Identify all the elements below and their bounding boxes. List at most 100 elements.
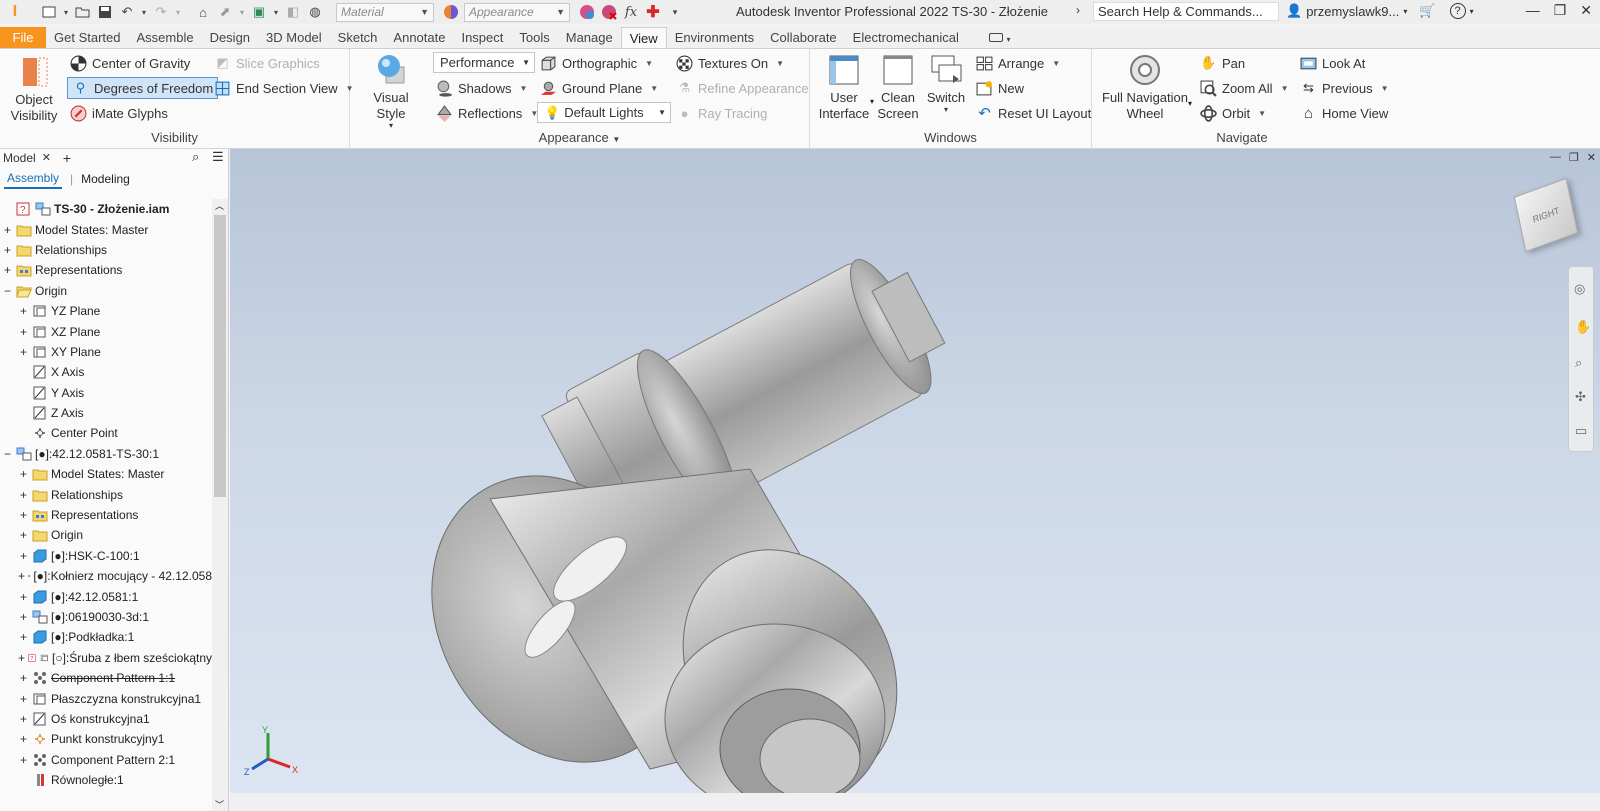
tree-row[interactable]: + Punkt konstrukcyjny1 bbox=[0, 729, 212, 749]
collapse-icon[interactable]: − bbox=[2, 284, 13, 298]
expand-icon[interactable]: + bbox=[18, 488, 29, 502]
degrees-of-freedom-button[interactable]: ⚲ Degrees of Freedom bbox=[67, 77, 219, 99]
expand-icon[interactable]: + bbox=[18, 325, 29, 339]
tree-row[interactable]: + Płaszczyzna konstrukcyjna1 bbox=[0, 688, 212, 708]
tree-row[interactable]: + Model States: Master bbox=[0, 464, 212, 484]
user-menu[interactable]: 👤 przemyslawk9... ▾ 🛒 ? ▾ bbox=[1286, 3, 1474, 19]
expand-icon[interactable]: + bbox=[18, 712, 29, 726]
expand-icon[interactable]: + bbox=[18, 610, 29, 624]
minimize-icon[interactable]: — bbox=[1550, 151, 1561, 164]
textures-on-button[interactable]: Textures On ▼ bbox=[676, 52, 784, 74]
graphics-viewport[interactable]: RIGHT — ❐ ✕ ◎ ✋ ⌕ ✣ ▭ Y X Z bbox=[230, 149, 1600, 793]
expand-icon[interactable]: + bbox=[18, 630, 29, 644]
clear-appearance-icon[interactable] bbox=[600, 3, 618, 21]
open-folder-icon[interactable] bbox=[74, 3, 92, 21]
cart-icon[interactable]: 🛒 bbox=[1419, 3, 1435, 19]
expand-icon[interactable]: + bbox=[2, 263, 13, 277]
tree-row[interactable]: + Relationships bbox=[0, 240, 212, 260]
end-section-view-button[interactable]: End Section View ▼ bbox=[214, 77, 354, 99]
visual-style-button[interactable]: Visual Style ▾ bbox=[360, 53, 422, 130]
default-lights-combo[interactable]: 💡 Default Lights ▼ bbox=[537, 102, 671, 123]
reset-ui-layout-button[interactable]: ↶ Reset UI Layout bbox=[976, 102, 1091, 124]
expand-icon[interactable]: + bbox=[18, 528, 29, 542]
center-of-gravity-button[interactable]: Center of Gravity bbox=[70, 52, 190, 74]
appearance-combo[interactable]: Appearance ▼ bbox=[464, 2, 570, 22]
orthographic-button[interactable]: Orthographic ▼ bbox=[540, 52, 653, 74]
pan-button[interactable]: ✋ Pan bbox=[1200, 52, 1245, 74]
close-icon[interactable]: ✕ bbox=[1587, 151, 1596, 164]
scroll-up-icon[interactable]: ︿ bbox=[215, 199, 224, 212]
tab-annotate[interactable]: Annotate bbox=[385, 27, 453, 48]
close-icon[interactable]: ✕ bbox=[42, 151, 51, 164]
tree-row[interactable]: − Origin bbox=[0, 281, 212, 301]
full-navigation-wheel-button[interactable]: Full Navigation Wheel bbox=[1102, 53, 1188, 122]
expand-icon[interactable]: + bbox=[18, 569, 25, 583]
appearance-sphere-icon[interactable] bbox=[442, 3, 460, 21]
tree-row[interactable]: + XZ Plane bbox=[0, 321, 212, 341]
look-at-button[interactable]: Look At bbox=[1300, 52, 1365, 74]
appearance-panel-title[interactable]: Appearance ▼ bbox=[350, 130, 809, 145]
pan-hand-icon[interactable]: ✋ bbox=[1575, 319, 1591, 335]
restore-icon[interactable]: ❐ bbox=[1554, 2, 1567, 19]
inventor-logo-icon[interactable]: I bbox=[6, 3, 24, 21]
tree-row[interactable]: + XY Plane bbox=[0, 342, 212, 362]
tree-row[interactable]: + Component Pattern 2:1 bbox=[0, 750, 212, 770]
tab-assemble[interactable]: Assemble bbox=[128, 27, 201, 48]
dropdown-arrow-icon[interactable]: ▾ bbox=[272, 3, 280, 21]
steering-wheel-icon[interactable]: ◎ bbox=[1574, 281, 1585, 297]
tree-row[interactable]: + Oś konstrukcyjna1 bbox=[0, 709, 212, 729]
dropdown-arrow-icon[interactable]: ▾ bbox=[238, 3, 246, 21]
home-icon[interactable]: ⌂ bbox=[194, 3, 212, 21]
tab-view[interactable]: View bbox=[620, 27, 667, 48]
expand-icon[interactable]: + bbox=[2, 243, 13, 257]
tree-row[interactable]: Y Axis bbox=[0, 383, 212, 403]
refine-appearance-button[interactable]: ⚗ Refine Appearance bbox=[676, 77, 809, 99]
customize-arrow-icon[interactable]: ▾ bbox=[666, 3, 684, 21]
flange-housing-model[interactable] bbox=[381, 429, 939, 793]
ribbon-display-toggle[interactable]: ▾ bbox=[967, 27, 1019, 48]
performance-combo[interactable]: Performance ▼ bbox=[433, 52, 535, 73]
tree-row[interactable]: + Component Pattern 1:1 bbox=[0, 668, 212, 688]
scrollbar-thumb[interactable] bbox=[214, 215, 226, 497]
chevron-down-icon[interactable]: ▾ bbox=[1188, 99, 1192, 108]
tab-tools[interactable]: Tools bbox=[511, 27, 557, 48]
assembly-model-render[interactable] bbox=[230, 149, 1600, 793]
browser-tab-model[interactable]: Model bbox=[3, 151, 36, 165]
adaptivity-icon[interactable]: ◧ bbox=[284, 3, 302, 21]
tree-row[interactable]: + [●]:06190030-3d:1 bbox=[0, 607, 212, 627]
select-icon[interactable]: ⬈ bbox=[216, 3, 234, 21]
collapse-icon[interactable]: − bbox=[2, 447, 13, 461]
expand-icon[interactable]: + bbox=[18, 345, 29, 359]
tab-get-started[interactable]: Get Started bbox=[46, 27, 128, 48]
expand-icon[interactable]: + bbox=[18, 467, 29, 481]
subtab-modeling[interactable]: Modeling bbox=[81, 172, 130, 186]
expand-icon[interactable]: + bbox=[18, 549, 29, 563]
orbit-icon[interactable]: ✣ bbox=[1575, 389, 1586, 405]
tree-row[interactable]: +? [○]:Śruba z łbem sześciokątny bbox=[0, 648, 212, 668]
chevron-down-icon[interactable]: ▾ bbox=[1470, 7, 1474, 16]
tab-3d-model[interactable]: 3D Model bbox=[258, 27, 330, 48]
tree-row[interactable]: + Representations bbox=[0, 260, 212, 280]
tree-row[interactable]: − [●]:42.12.0581-TS-30:1 bbox=[0, 444, 212, 464]
switch-button[interactable]: Switch ▾ bbox=[924, 53, 968, 114]
expand-icon[interactable]: + bbox=[18, 508, 29, 522]
tab-sketch[interactable]: Sketch bbox=[330, 27, 386, 48]
add-plus-icon[interactable]: ✚ bbox=[644, 3, 662, 21]
dropdown-arrow-icon[interactable]: ▾ bbox=[140, 3, 148, 21]
minimize-icon[interactable]: — bbox=[1526, 2, 1540, 19]
tree-row[interactable]: + Relationships bbox=[0, 484, 212, 504]
material-combo[interactable]: Material ▼ bbox=[336, 2, 434, 22]
arrange-button[interactable]: Arrange ▼ bbox=[976, 52, 1060, 74]
tree-row[interactable]: + Representations bbox=[0, 505, 212, 525]
expand-icon[interactable]: + bbox=[18, 590, 29, 604]
orbit-button[interactable]: Orbit ▼ bbox=[1200, 102, 1266, 124]
tab-electromechanical[interactable]: Electromechanical bbox=[845, 27, 967, 48]
new-file-icon[interactable] bbox=[40, 3, 58, 21]
menu-icon[interactable]: ☰ bbox=[212, 149, 224, 165]
tree-row[interactable]: Z Axis bbox=[0, 403, 212, 423]
home-view-button[interactable]: ⌂ Home View bbox=[1300, 102, 1388, 124]
reflections-button[interactable]: Reflections ▼ bbox=[436, 102, 538, 124]
dropdown-arrow-icon[interactable]: ▾ bbox=[62, 3, 70, 21]
add-tab-icon[interactable]: + bbox=[63, 150, 71, 166]
update-icon[interactable]: ▣ bbox=[250, 3, 268, 21]
